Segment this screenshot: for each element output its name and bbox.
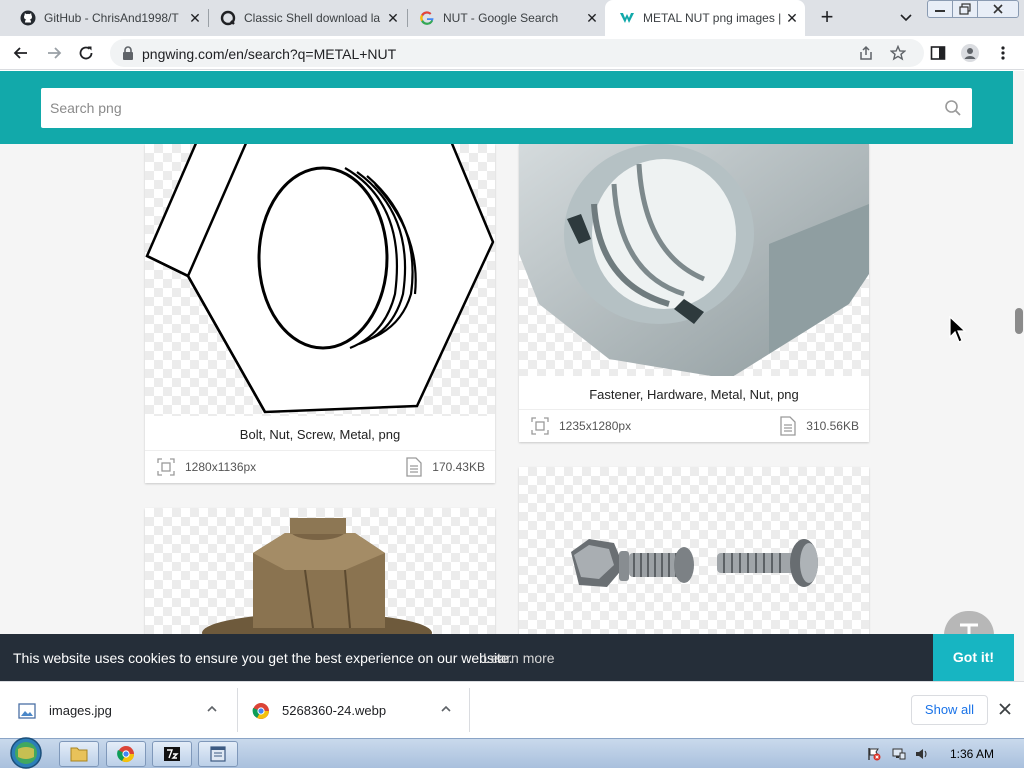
tab-label: Classic Shell download la xyxy=(244,11,381,25)
scrollbar-thumb[interactable] xyxy=(1015,308,1023,334)
address-bar[interactable]: pngwing.com/en/search?q=METAL+NUT xyxy=(110,39,924,67)
github-icon xyxy=(20,10,36,26)
side-panel-icon[interactable] xyxy=(930,45,946,61)
classic-shell-icon xyxy=(220,10,236,26)
google-icon xyxy=(420,11,434,25)
minimize-button[interactable] xyxy=(927,0,953,18)
web-page: Bolt, Nut, Screw, Metal, png 1280x1136px… xyxy=(0,71,1024,681)
chevron-up-icon[interactable] xyxy=(440,703,452,715)
new-tab-button[interactable]: + xyxy=(815,6,839,30)
taskbar-clock[interactable]: 1:36 AM xyxy=(950,747,994,761)
network-icon[interactable] xyxy=(892,747,906,761)
chrome-icon xyxy=(117,746,135,763)
download-filename: 5268360-24.webp xyxy=(282,703,387,718)
restore-button[interactable] xyxy=(952,0,978,18)
download-shelf: images.jpg 5268360-24.webp Show all xyxy=(0,681,1024,738)
action-center-flag-icon[interactable] xyxy=(867,747,881,761)
share-icon[interactable] xyxy=(858,45,874,61)
chrome-file-icon xyxy=(252,702,269,719)
taskbar-app-button[interactable] xyxy=(198,741,238,767)
result-title[interactable]: Fastener, Hardware, Metal, Nut, png xyxy=(519,387,869,402)
pngwing-icon xyxy=(620,13,634,23)
close-tab-icon[interactable]: ✕ xyxy=(585,11,599,25)
download-item[interactable]: 5268360-24.webp xyxy=(252,682,452,739)
tab-label: GitHub - ChrisAnd1998/T xyxy=(44,11,179,25)
search-header xyxy=(0,71,1013,144)
close-tab-icon[interactable]: ✕ xyxy=(188,11,202,25)
download-item[interactable]: images.jpg xyxy=(18,682,228,739)
search-icon[interactable] xyxy=(944,99,962,117)
result-meta: 1235x1280px 310.56KB xyxy=(519,409,869,442)
taskbar-7zip-button[interactable] xyxy=(152,741,192,767)
volume-icon[interactable] xyxy=(915,747,929,761)
cookie-message: This website uses cookies to ensure you … xyxy=(13,650,513,666)
chevron-up-icon[interactable] xyxy=(206,703,218,715)
address-url[interactable]: pngwing.com/en/search?q=METAL+NUT xyxy=(142,46,396,62)
reload-icon[interactable] xyxy=(77,44,95,62)
result-image[interactable] xyxy=(145,144,495,416)
image-file-icon xyxy=(18,702,36,719)
download-filename: images.jpg xyxy=(49,703,112,718)
minimize-icon xyxy=(935,10,945,12)
accept-cookies-button[interactable]: Got it! xyxy=(933,634,1014,681)
metal-nut-illustration xyxy=(519,144,869,376)
close-icon[interactable] xyxy=(998,702,1012,716)
close-tab-icon[interactable]: ✕ xyxy=(386,11,400,25)
download-separator xyxy=(469,688,470,732)
tab-strip: GitHub - ChrisAnd1998/T ✕ Classic Shell … xyxy=(0,0,1024,36)
tab-label: NUT - Google Search xyxy=(443,11,559,25)
result-image[interactable] xyxy=(519,144,869,376)
restore-icon xyxy=(959,3,971,15)
result-dimensions: 1280x1136px xyxy=(185,460,257,474)
forward-arrow-icon[interactable] xyxy=(45,44,63,62)
dimensions-icon xyxy=(157,458,175,476)
close-window-button[interactable] xyxy=(977,0,1019,18)
window-app-icon xyxy=(210,746,226,762)
tab-pngwing[interactable]: METAL NUT png images | ✕ xyxy=(605,0,805,36)
tab-google[interactable]: NUT - Google Search ✕ xyxy=(405,0,605,36)
result-card[interactable]: Bolt, Nut, Screw, Metal, png 1280x1136px… xyxy=(145,144,495,483)
result-title[interactable]: Bolt, Nut, Screw, Metal, png xyxy=(145,427,495,442)
browser-toolbar: pngwing.com/en/search?q=METAL+NUT xyxy=(0,36,1024,70)
learn-more-link[interactable]: Learn more xyxy=(483,650,555,666)
7zip-icon xyxy=(164,747,180,761)
profile-avatar-icon[interactable] xyxy=(961,44,979,62)
cookie-banner: This website uses cookies to ensure you … xyxy=(0,634,1014,681)
page-scrollbar[interactable] xyxy=(1013,71,1024,681)
back-arrow-icon[interactable] xyxy=(12,44,30,62)
tab-github[interactable]: GitHub - ChrisAnd1998/T ✕ xyxy=(6,0,208,36)
chevron-down-icon[interactable] xyxy=(897,8,915,26)
arrow-up-icon xyxy=(960,623,978,635)
back-to-top-button[interactable] xyxy=(944,611,994,635)
close-icon xyxy=(993,4,1003,14)
taskbar-chrome-button[interactable] xyxy=(106,741,146,767)
result-card[interactable]: Fastener, Hardware, Metal, Nut, png 1235… xyxy=(519,144,869,442)
download-separator xyxy=(237,688,238,732)
mouse-cursor-icon xyxy=(949,316,967,343)
search-box[interactable] xyxy=(41,88,972,128)
hex-nut-outline-illustration xyxy=(145,144,495,414)
result-file-size: 170.43KB xyxy=(432,460,485,474)
star-icon[interactable] xyxy=(890,45,906,61)
close-tab-icon[interactable]: ✕ xyxy=(785,11,799,25)
tab-label: METAL NUT png images | xyxy=(643,11,782,25)
file-size-icon xyxy=(406,457,422,477)
result-dimensions: 1235x1280px xyxy=(559,419,632,433)
lock-icon[interactable] xyxy=(122,46,134,60)
taskbar-explorer-button[interactable] xyxy=(59,741,99,767)
file-size-icon xyxy=(780,416,796,436)
folder-icon xyxy=(70,747,88,762)
menu-dots-icon[interactable] xyxy=(995,45,1011,61)
result-file-size: 310.56KB xyxy=(806,419,859,433)
dimensions-icon xyxy=(531,417,549,435)
result-meta: 1280x1136px 170.43KB xyxy=(145,450,495,483)
tab-classic-shell[interactable]: Classic Shell download la ✕ xyxy=(206,0,406,36)
windows-taskbar: 1:36 AM xyxy=(0,737,1024,769)
search-input[interactable] xyxy=(50,98,930,118)
start-orb-icon[interactable] xyxy=(6,737,46,769)
show-all-downloads-button[interactable]: Show all xyxy=(911,695,988,725)
